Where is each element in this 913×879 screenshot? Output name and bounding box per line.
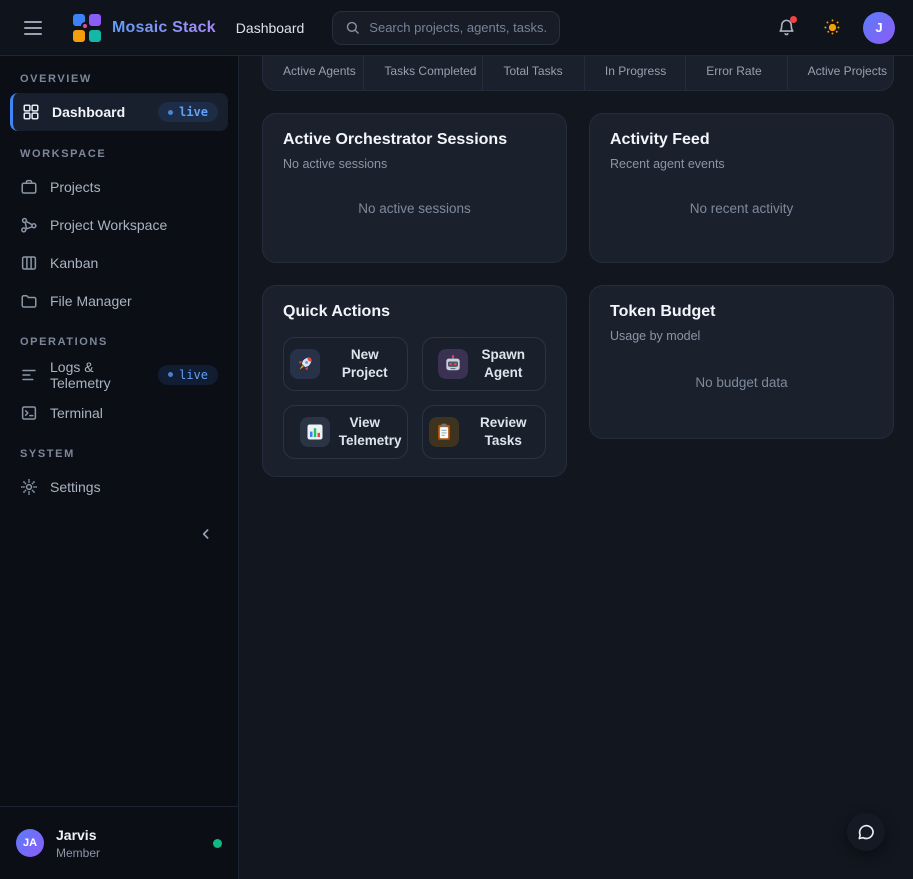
sidebar-item-terminal[interactable]: Terminal (10, 394, 228, 431)
chat-bubble-icon (856, 822, 876, 842)
card-title: Active Orchestrator Sessions (283, 131, 546, 149)
sidebar-section-system: SYSTEM (20, 448, 218, 460)
sidebar-item-label: Terminal (50, 405, 103, 421)
sidebar-item-dashboard[interactable]: Dashboard live (10, 93, 228, 131)
briefcase-icon (20, 178, 38, 196)
sidebar-item-label: Kanban (50, 255, 98, 271)
card-token-budget: Token Budget Usage by model No budget da… (589, 285, 894, 439)
live-badge: live (158, 365, 218, 385)
sidebar-item-label: Dashboard (52, 104, 125, 120)
sun-icon (823, 18, 842, 37)
stat-label: In Progress (605, 64, 679, 78)
card-activity-feed: Activity Feed Recent agent events No rec… (589, 113, 894, 263)
sidebar-item-label: Project Workspace (50, 217, 167, 233)
live-badge: live (158, 102, 218, 122)
app-logo[interactable] (72, 13, 102, 43)
quick-action-spawn-agent[interactable]: Spawn Agent (422, 337, 547, 391)
sidebar-item-label: Projects (50, 179, 101, 195)
chevron-left-icon (198, 526, 214, 542)
kanban-icon (20, 254, 38, 272)
robot-icon (438, 349, 468, 379)
brand-name: Mosaic Stack (112, 19, 216, 37)
empty-state: No active sessions (283, 171, 546, 245)
sidebar-item-label: File Manager (50, 293, 132, 309)
card-quick-actions: Quick Actions New Project Spawn Agent (262, 285, 567, 477)
sidebar-section-operations: OPERATIONS (20, 336, 218, 348)
quick-action-label: View Telemetry (339, 414, 391, 449)
empty-state: No recent activity (610, 171, 873, 245)
stat-label: Tasks Completed (384, 64, 476, 78)
search-icon (345, 20, 360, 35)
notification-dot (790, 16, 797, 23)
clipboard-icon (429, 417, 459, 447)
quick-action-label: Spawn Agent (477, 346, 529, 381)
empty-state: No budget data (610, 343, 873, 421)
search-input[interactable] (369, 20, 547, 35)
gear-icon (20, 478, 38, 496)
quick-action-label: New Project (329, 346, 401, 381)
sidebar-item-projects[interactable]: Projects (10, 168, 228, 205)
card-subtitle: No active sessions (283, 157, 546, 171)
card-subtitle: Usage by model (610, 329, 873, 343)
header-actions: J (771, 12, 895, 44)
logs-icon (20, 366, 38, 384)
stat-label: Total Tasks (503, 64, 577, 78)
card-active-orchestrator-sessions: Active Orchestrator Sessions No active s… (262, 113, 567, 263)
sidebar-collapse-button[interactable] (194, 522, 218, 546)
stat-label: Error Rate (706, 64, 780, 78)
stat-label: Active Projects (808, 64, 887, 78)
sidebar-item-label: Settings (50, 479, 101, 495)
menu-toggle-button[interactable] (18, 13, 48, 43)
sidebar-item-file-manager[interactable]: File Manager (10, 282, 228, 319)
notifications-button[interactable] (771, 13, 801, 43)
quick-actions-grid: New Project Spawn Agent View Telemetry (283, 337, 546, 459)
sidebar-item-label: Logs & Telemetry (50, 359, 146, 391)
sidebar-item-logs-telemetry[interactable]: Logs & Telemetry live (10, 356, 228, 393)
search-box[interactable] (332, 11, 560, 45)
card-title: Activity Feed (610, 131, 873, 149)
chat-fab-button[interactable] (847, 813, 885, 851)
theme-toggle-button[interactable] (817, 13, 847, 43)
app-header: Mosaic Stack Dashboard J (0, 0, 913, 56)
sidebar-section-workspace: WORKSPACE (20, 148, 218, 160)
quick-action-new-project[interactable]: New Project (283, 337, 408, 391)
sidebar-user[interactable]: JA Jarvis Member (0, 806, 238, 879)
card-subtitle: Recent agent events (610, 157, 873, 171)
user-avatar-initials: JA (16, 829, 44, 857)
user-role: Member (56, 846, 100, 860)
quick-action-view-telemetry[interactable]: View Telemetry (283, 405, 408, 459)
terminal-icon (20, 404, 38, 422)
rocket-icon (290, 349, 320, 379)
online-status-dot (213, 839, 222, 848)
sidebar-item-project-workspace[interactable]: Project Workspace (10, 206, 228, 243)
sidebar: OVERVIEW Dashboard live WORKSPACE Projec… (0, 56, 239, 879)
bar-chart-icon (300, 417, 330, 447)
quick-action-label: Review Tasks (468, 414, 540, 449)
hamburger-icon (24, 21, 42, 23)
stat-label: Active Agents (283, 64, 357, 78)
breadcrumb: Dashboard (236, 20, 305, 36)
main-content: 0 Active Agents 0 Tasks Completed 0 Tota… (240, 0, 913, 477)
card-title: Token Budget (610, 303, 873, 321)
workflow-icon (20, 216, 38, 234)
sidebar-item-kanban[interactable]: Kanban (10, 244, 228, 281)
sidebar-section-overview: OVERVIEW (20, 73, 218, 85)
folder-icon (20, 292, 38, 310)
sidebar-item-settings[interactable]: Settings (10, 468, 228, 505)
user-name: Jarvis (56, 827, 100, 843)
dashboard-icon (22, 103, 40, 121)
card-title: Quick Actions (283, 303, 546, 321)
quick-action-review-tasks[interactable]: Review Tasks (422, 405, 547, 459)
cards-grid: Active Orchestrator Sessions No active s… (262, 113, 894, 477)
user-avatar[interactable]: J (863, 12, 895, 44)
